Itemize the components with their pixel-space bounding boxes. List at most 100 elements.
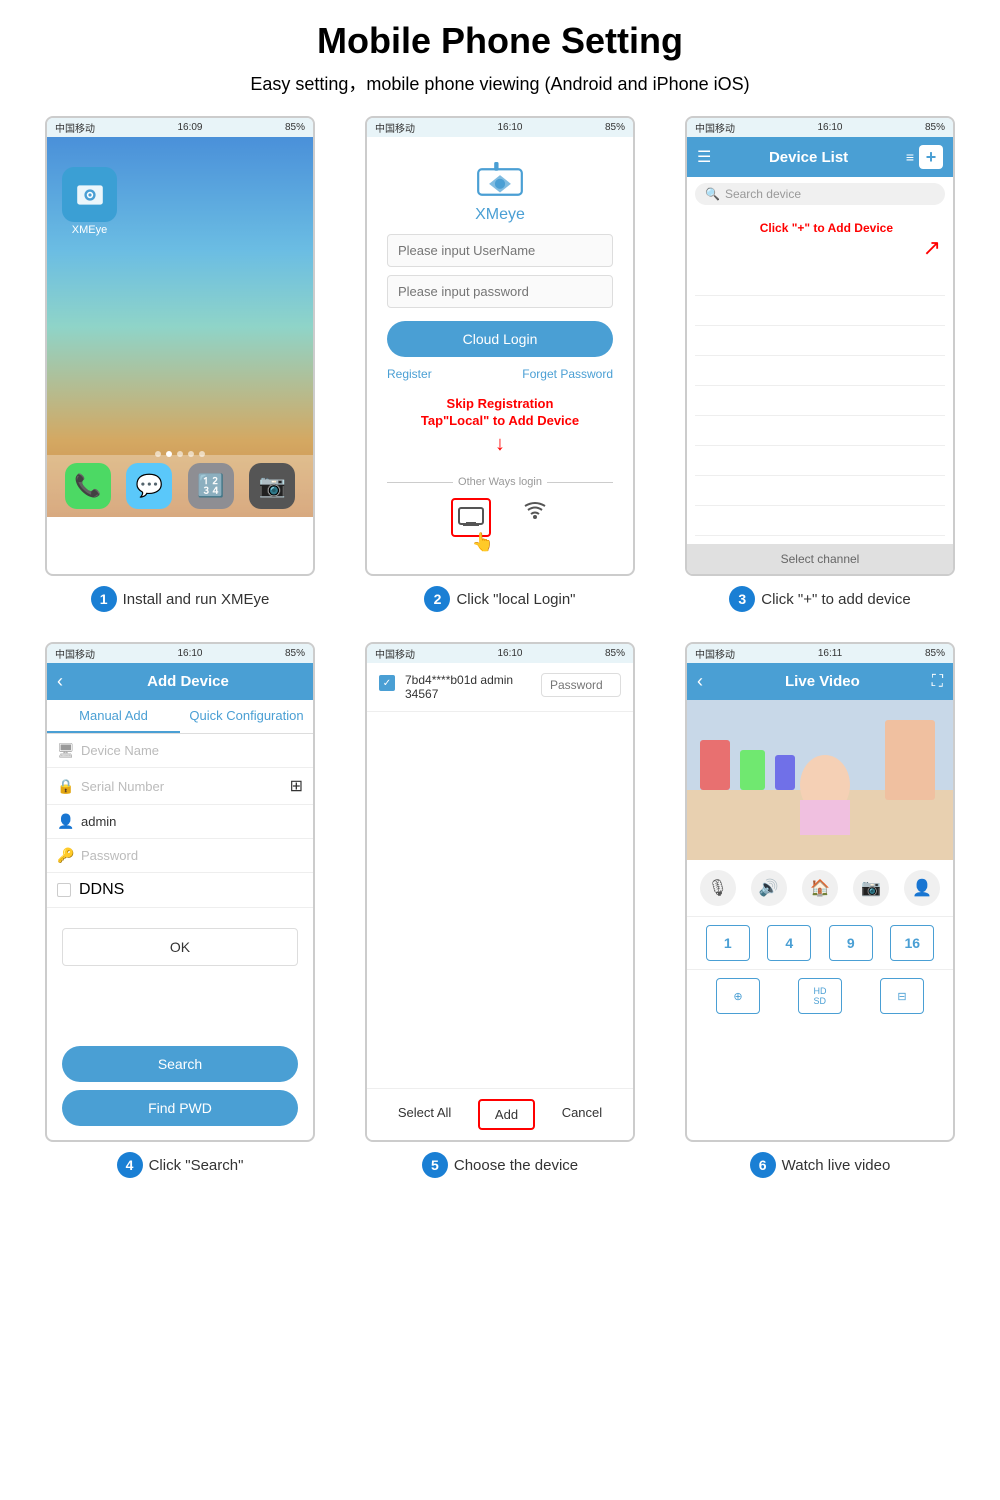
phone-4-container: 中国移动 16:10 85% ‹ Add Device Manual Add Q… — [35, 642, 325, 1178]
search-button[interactable]: Search — [62, 1046, 298, 1082]
add-button[interactable]: Add — [478, 1099, 535, 1130]
find-pwd-button[interactable]: Find PWD — [62, 1090, 298, 1126]
empty-row-9 — [695, 506, 945, 536]
register-link[interactable]: Register — [387, 367, 432, 381]
lock-icon: 🔑 — [57, 847, 73, 864]
empty-row-8 — [695, 476, 945, 506]
ptz-button[interactable]: ⊕ — [716, 978, 760, 1014]
step-1-text: Install and run XMEye — [123, 591, 270, 608]
live-back-button[interactable]: ‹ — [697, 671, 703, 692]
phone-3-container: 中国移动 16:10 85% ☰ Device List ≡ + 🔍 Searc… — [675, 116, 965, 612]
username-input[interactable] — [387, 234, 613, 267]
phone2-time: 16:10 — [497, 122, 522, 133]
tap-local-text: Tap"Local" to Add Device — [421, 413, 579, 428]
xmeye-icon[interactable] — [62, 167, 117, 222]
phone3-carrier: 中国移动 — [695, 120, 735, 135]
tab-row: Manual Add Quick Configuration — [47, 700, 313, 734]
xmeye-logo-svg — [470, 162, 530, 202]
snapshot-button[interactable]: 📷 — [853, 870, 889, 906]
grid-4-button[interactable]: 4 — [767, 925, 811, 961]
mic-button[interactable]: 🎙 — [700, 870, 736, 906]
live-video-area — [687, 700, 953, 860]
phone4-status-bar: 中国移动 16:10 85% — [47, 644, 313, 663]
select-all-button[interactable]: Select All — [383, 1099, 466, 1130]
phone4-carrier: 中国移动 — [55, 646, 95, 661]
filter-icon[interactable]: ≡ — [906, 149, 914, 165]
ddns-checkbox[interactable] — [57, 883, 71, 897]
hd-sd-button[interactable]: HDSD — [798, 978, 842, 1014]
phone3-time: 16:10 — [817, 122, 842, 133]
xmeye-icon-svg — [74, 179, 106, 211]
controls-row: 🎙 🔊 🏠 📷 👤 — [687, 860, 953, 917]
phone-6-container: 中国移动 16:11 85% ‹ Live Video ⛶ — [675, 642, 965, 1178]
local-login-icon-wrap[interactable]: 👆 — [451, 498, 491, 537]
ddns-label: DDNS — [79, 881, 124, 899]
home-button[interactable]: 🏠 — [802, 870, 838, 906]
username-value: admin — [81, 814, 116, 829]
xmeye-brand-name: XMeye — [475, 206, 525, 224]
ddns-row: DDNS — [47, 873, 313, 908]
device-name-label: Device Name — [81, 743, 159, 758]
wifi-icon — [521, 498, 549, 520]
qr-code-icon[interactable]: ⊞ — [290, 776, 303, 796]
password-label: Password — [81, 848, 138, 863]
select-channel-btn[interactable]: Select channel — [687, 544, 953, 574]
speaker-button[interactable]: 🔊 — [751, 870, 787, 906]
phone-3: 中国移动 16:10 85% ☰ Device List ≡ + 🔍 Searc… — [685, 116, 955, 576]
back-button[interactable]: ‹ — [57, 671, 63, 692]
wifi-login-icon[interactable] — [521, 498, 549, 537]
cursor-hand-1: 👆 — [472, 532, 494, 553]
phone-4: 中国移动 16:10 85% ‹ Add Device Manual Add Q… — [45, 642, 315, 1142]
calculator-icon[interactable]: 🔢 — [188, 463, 234, 509]
messages-icon[interactable]: 💬 — [126, 463, 172, 509]
extra-buttons: ⊕ HDSD ⊟ — [687, 970, 953, 1022]
step-5-text: Choose the device — [454, 1157, 578, 1174]
cancel-button[interactable]: Cancel — [547, 1099, 617, 1130]
device-port-text: 34567 — [405, 687, 531, 701]
fullscreen-icon[interactable]: ⛶ — [932, 673, 943, 691]
empty-row-7 — [695, 446, 945, 476]
step-6-text: Watch live video — [782, 1157, 891, 1174]
phone-icon[interactable]: 📞 — [65, 463, 111, 509]
step-3-label: 3 Click "+" to add device — [729, 586, 910, 612]
xmeye-app[interactable]: XMEye — [62, 167, 117, 236]
empty-row-1 — [695, 266, 945, 296]
local-login-icon — [457, 504, 485, 526]
search-bar[interactable]: 🔍 Search device — [695, 183, 945, 205]
grid-1-button[interactable]: 1 — [706, 925, 750, 961]
step-4-label: 4 Click "Search" — [117, 1152, 244, 1178]
menu-icon[interactable]: ☰ — [697, 147, 711, 167]
step-1-circle: 1 — [91, 586, 117, 612]
curved-arrow: ↗ — [687, 235, 953, 261]
dock: 📞 💬 🔢 📷 — [47, 455, 313, 517]
skip-registration-text: Skip Registration — [447, 396, 554, 411]
camera-icon[interactable]: 📷 — [249, 463, 295, 509]
add-device-plus-button[interactable]: + — [919, 145, 943, 169]
phone-5-container: 中国移动 16:10 85% ✓ 7bd4****b01d admin 3456… — [355, 642, 645, 1178]
other-ways-row: Other Ways login — [387, 476, 613, 488]
line-left — [387, 482, 453, 483]
password-input[interactable] — [387, 275, 613, 308]
device-password-input[interactable] — [541, 673, 621, 697]
record-button[interactable]: 👤 — [904, 870, 940, 906]
phone6-status-bar: 中国移动 16:11 85% — [687, 644, 953, 663]
password-field: 🔑 Password — [47, 839, 313, 873]
layout-button[interactable]: ⊟ — [880, 978, 924, 1014]
grid-9-button[interactable]: 9 — [829, 925, 873, 961]
xmeye-app-label: XMEye — [62, 224, 117, 236]
grid-16-button[interactable]: 16 — [890, 925, 934, 961]
phone2-battery: 85% — [605, 122, 625, 133]
tab-quick-config[interactable]: Quick Configuration — [180, 700, 313, 733]
search-icon: 🔍 — [705, 187, 720, 201]
phone5-battery: 85% — [605, 648, 625, 659]
empty-rows — [687, 266, 953, 536]
login-links: Register Forget Password — [387, 367, 613, 381]
forget-password-link[interactable]: Forget Password — [522, 367, 613, 381]
empty-row-4 — [695, 356, 945, 386]
tab-manual-add[interactable]: Manual Add — [47, 700, 180, 733]
line-right — [547, 482, 613, 483]
step-1-label: 1 Install and run XMEye — [91, 586, 270, 612]
cloud-login-button[interactable]: Cloud Login — [387, 321, 613, 357]
device-select-checkbox[interactable]: ✓ — [379, 675, 395, 691]
ok-button[interactable]: OK — [62, 928, 298, 966]
